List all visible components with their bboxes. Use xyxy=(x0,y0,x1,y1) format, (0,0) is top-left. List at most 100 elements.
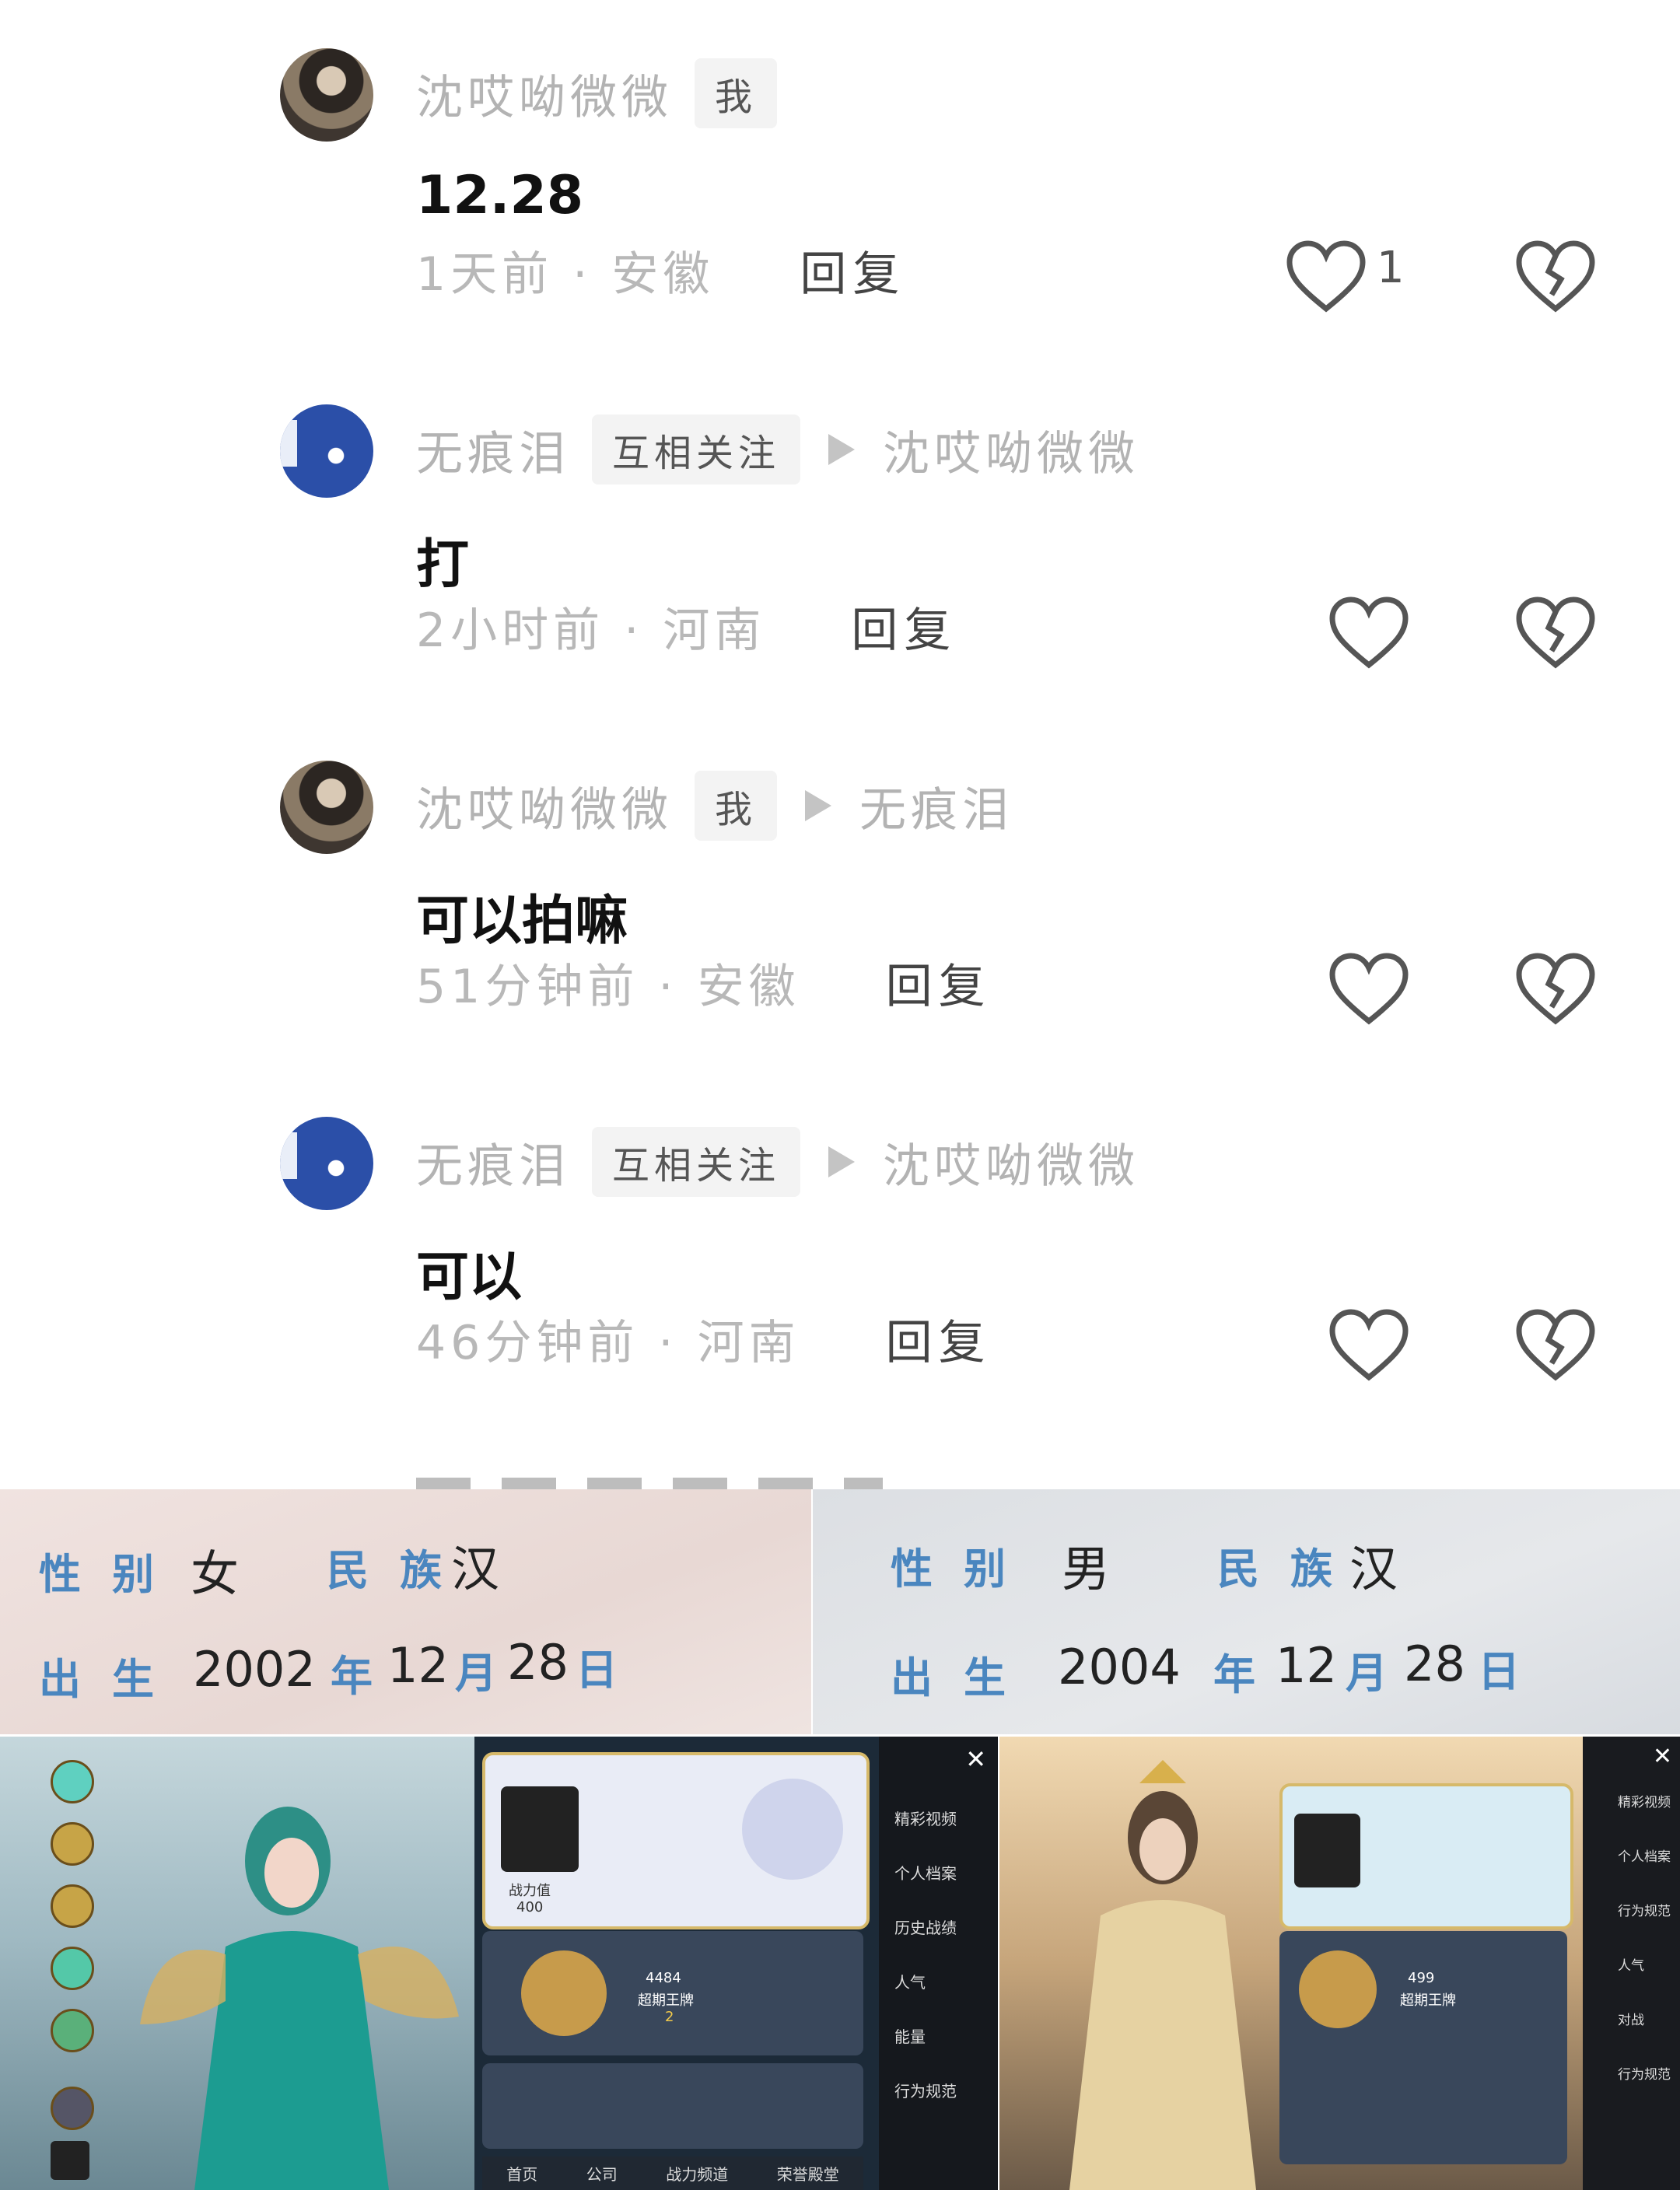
menu-item[interactable]: 精彩视频 xyxy=(894,1807,957,1829)
time-location: 1天前 · 安徽 xyxy=(416,247,715,302)
id-card-male: 性别 男 民族 汉 出生 2004 年 12 月 28 日 xyxy=(813,1489,1680,1734)
power-label: 战力值 xyxy=(509,1883,551,1899)
ethnicity-label: 民族 xyxy=(1217,1545,1363,1594)
play-arrow-icon xyxy=(828,434,856,465)
day-label: 日 xyxy=(1478,1647,1520,1696)
player-card: 战力值 400 xyxy=(482,1752,870,1929)
home-icon[interactable] xyxy=(51,2141,89,2180)
menu-icon[interactable] xyxy=(51,1760,94,1803)
mascot-icon xyxy=(742,1779,843,1880)
tab-power[interactable]: 战力频道 xyxy=(666,2162,728,2185)
heart-icon[interactable] xyxy=(1326,1307,1412,1385)
avatar[interactable] xyxy=(1294,1814,1360,1887)
character-figure xyxy=(140,1807,459,2190)
birth-month: 12 xyxy=(1276,1637,1337,1694)
like-count: 1 xyxy=(1377,243,1405,293)
time-location: 2小时前 · 河南 xyxy=(416,603,766,658)
reply-button[interactable]: 回复 xyxy=(886,949,992,1016)
cut-off-comment-row xyxy=(416,1478,883,1489)
reply-to-name[interactable]: 无痕泪 xyxy=(859,772,1013,840)
broken-heart-icon[interactable] xyxy=(1513,595,1598,673)
tab-honor[interactable]: 荣誉殿堂 xyxy=(777,2162,839,2185)
reply-button[interactable]: 回复 xyxy=(800,236,905,304)
menu-item[interactable]: 人气 xyxy=(894,1970,926,1992)
menu-item[interactable]: 个人档案 xyxy=(894,1861,957,1884)
heart-icon[interactable] xyxy=(1283,239,1369,317)
heart-icon[interactable] xyxy=(1326,595,1412,673)
reward-icon[interactable] xyxy=(51,1822,94,1866)
player-card xyxy=(1279,1783,1573,1929)
season-ranks xyxy=(482,2063,863,2149)
broken-heart-icon[interactable] xyxy=(1513,1307,1598,1385)
bottom-tab-bar: 首页 公司 战力频道 荣誉殿堂 xyxy=(482,2157,863,2190)
tab-home[interactable]: 首页 xyxy=(506,2162,537,2185)
menu-item[interactable]: 精彩视频 xyxy=(1618,1791,1671,1810)
ethnicity-value: 汉 xyxy=(1349,1541,1398,1597)
rank-value: 499 xyxy=(1408,1970,1435,1986)
author-tag: 我 xyxy=(695,771,778,841)
reply-to-name[interactable]: 沈哎呦微微 xyxy=(883,1128,1139,1196)
event-icon[interactable] xyxy=(51,1884,94,1928)
avatar[interactable] xyxy=(280,761,373,854)
side-menu-left: ✕ 精彩视频 个人档案 历史战绩 人气 能量 行为规范 xyxy=(879,1737,998,2190)
power-value: 400 xyxy=(516,1899,544,1915)
menu-item[interactable]: 行为规范 xyxy=(1618,1900,1671,1919)
menu-item[interactable]: 人气 xyxy=(1618,1954,1644,1974)
game-character-female xyxy=(0,1737,474,2190)
share-icon[interactable] xyxy=(51,2087,94,2130)
birth-label: 出生 xyxy=(891,1653,1037,1702)
author-name[interactable]: 无痕泪 xyxy=(416,1128,570,1196)
rank-box: 4484 超期王牌 2 xyxy=(482,1931,863,2055)
close-icon[interactable]: ✕ xyxy=(1653,1743,1672,1770)
broken-heart-icon[interactable] xyxy=(1513,239,1598,317)
comment-header: 沈哎呦微微 我 无痕泪 xyxy=(416,771,1013,841)
gem-icon[interactable] xyxy=(51,1947,94,1990)
gender-value: 男 xyxy=(1062,1541,1111,1597)
comment-item: 无痕泪 互相关注 沈哎呦微微 可以 46分钟前 · 河南 回复 xyxy=(0,1117,1680,1459)
broken-heart-icon[interactable] xyxy=(1513,951,1598,1029)
comment-header: 无痕泪 互相关注 沈哎呦微微 xyxy=(416,1127,1139,1197)
author-tag: 互相关注 xyxy=(592,415,801,485)
game-character-male: 499 超期王牌 xyxy=(999,1737,1583,2190)
tab-company[interactable]: 公司 xyxy=(586,2162,618,2185)
reply-to-name[interactable]: 沈哎呦微微 xyxy=(883,416,1139,484)
rank-box: 499 超期王牌 xyxy=(1279,1931,1567,2164)
heart-icon[interactable] xyxy=(1326,951,1412,1029)
comment-item: 无痕泪 互相关注 沈哎呦微微 打 2小时前 · 河南 回复 xyxy=(0,404,1680,747)
author-name[interactable]: 沈哎呦微微 xyxy=(416,60,673,128)
birth-year: 2004 xyxy=(1058,1639,1181,1695)
birth-year: 2002 xyxy=(193,1641,316,1698)
time-location: 46分钟前 · 河南 xyxy=(416,1315,800,1370)
level-badge-icon[interactable] xyxy=(51,2009,94,2052)
comment-meta: 2小时前 · 河南 回复 xyxy=(416,587,957,665)
menu-item[interactable]: 行为规范 xyxy=(1618,2063,1671,2083)
ethnicity-value: 汉 xyxy=(451,1541,500,1597)
menu-item[interactable]: 行为规范 xyxy=(894,2079,957,2101)
reply-button[interactable]: 回复 xyxy=(886,1305,992,1373)
avatar[interactable] xyxy=(280,404,373,498)
rank-emblem-icon xyxy=(1299,1950,1377,2028)
reply-button[interactable]: 回复 xyxy=(851,593,957,660)
year-label: 年 xyxy=(1213,1650,1255,1699)
author-name[interactable]: 无痕泪 xyxy=(416,416,570,484)
rank-name: 超期王牌 xyxy=(638,1992,694,2009)
menu-item[interactable]: 个人档案 xyxy=(1618,1845,1671,1865)
time-location: 51分钟前 · 安徽 xyxy=(416,959,800,1014)
avatar[interactable] xyxy=(501,1786,579,1872)
comment-item: 沈哎呦微微 我 12.28 1天前 · 安徽 回复 1 xyxy=(0,48,1680,390)
menu-item[interactable]: 历史战绩 xyxy=(894,1915,957,1938)
side-menu-right: ✕ 精彩视频 个人档案 行为规范 人气 对战 行为规范 xyxy=(1583,1737,1680,2190)
comment-meta: 46分钟前 · 河南 回复 xyxy=(416,1300,992,1377)
comment-list: 沈哎呦微微 我 12.28 1天前 · 安徽 回复 1 无痕泪 互相关注 沈哎呦… xyxy=(0,0,1680,1489)
comment-meta: 1天前 · 安徽 回复 xyxy=(416,231,905,309)
close-icon[interactable]: ✕ xyxy=(965,1744,986,1774)
menu-item[interactable]: 能量 xyxy=(894,2024,926,2047)
avatar[interactable] xyxy=(280,48,373,142)
month-label: 月 xyxy=(1346,1649,1388,1698)
avatar[interactable] xyxy=(280,1117,373,1210)
author-name[interactable]: 沈哎呦微微 xyxy=(416,772,673,840)
menu-item[interactable]: 对战 xyxy=(1618,2009,1644,2028)
rank-emblem-icon xyxy=(521,1950,607,2036)
day-label: 日 xyxy=(576,1646,618,1695)
id-card-crops: 性别 女 民族 汉 出生 2002 年 12 月 28 日 性别 男 民族 汉 … xyxy=(0,1489,1680,1734)
